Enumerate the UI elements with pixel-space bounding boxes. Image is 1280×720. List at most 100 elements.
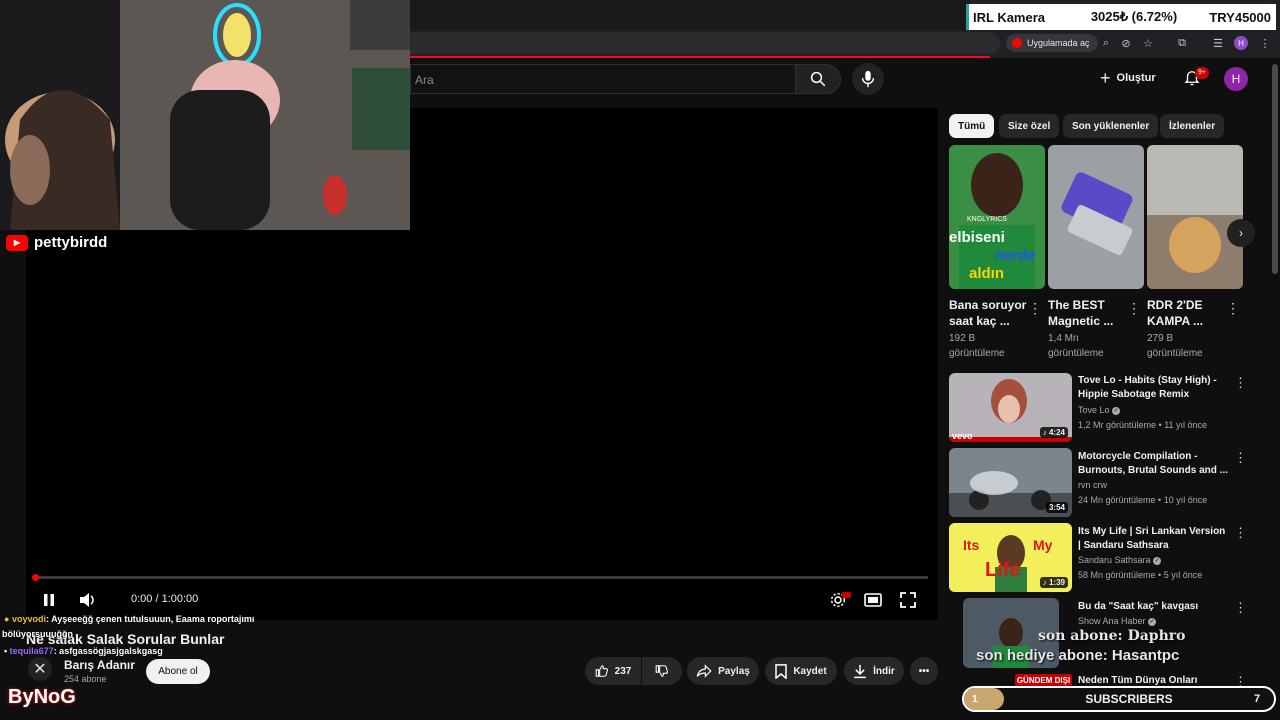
- video-progress-knob[interactable]: [32, 574, 39, 581]
- eye-off-icon[interactable]: ⊘: [1118, 35, 1134, 51]
- short-title[interactable]: RDR 2'DE KAMPA ...: [1147, 297, 1225, 329]
- like-button[interactable]: 237: [585, 657, 641, 685]
- webcam-feed-image: [0, 0, 410, 230]
- short-thumbnail[interactable]: [1048, 145, 1144, 289]
- thumb-text: Life: [985, 559, 1021, 581]
- share-label: Paylaş: [718, 665, 750, 677]
- chip-watched[interactable]: İzlenenler: [1160, 114, 1225, 138]
- related-meta: 58 Mn görüntüleme • 5 yıl önce: [1078, 570, 1203, 580]
- browser-menu-icon[interactable]: ⋮: [1257, 35, 1273, 51]
- account-avatar[interactable]: H: [1224, 67, 1248, 91]
- related-channel[interactable]: Sandaru Sathsara ✓: [1078, 553, 1248, 568]
- short-caption-line: aldın: [969, 265, 1005, 282]
- channel-avatar[interactable]: ✕: [28, 657, 52, 681]
- extensions-icon[interactable]: ⧉: [1174, 35, 1190, 51]
- short-menu-icon[interactable]: ⋮: [1226, 300, 1240, 317]
- channel-name[interactable]: Barış Adanır: [64, 658, 135, 672]
- page-scrollbar[interactable]: [1272, 64, 1278, 274]
- fullscreen-icon: [900, 592, 916, 608]
- related-thumbnail[interactable]: vevo ♪ 4:24: [949, 373, 1072, 442]
- verified-icon: ✓: [1112, 406, 1121, 415]
- search-input[interactable]: Ara: [410, 64, 796, 94]
- create-button[interactable]: + Oluştur: [1100, 64, 1170, 92]
- volume-icon: [80, 593, 94, 607]
- volume-button[interactable]: [76, 588, 100, 612]
- short-thumbnail[interactable]: [1147, 145, 1243, 289]
- vevo-logo: vevo: [952, 431, 973, 441]
- related-thumbnail[interactable]: 3:54: [949, 448, 1072, 517]
- pause-icon: [44, 594, 54, 606]
- video-time: 0:00 / 1:00:00: [131, 593, 199, 605]
- reading-list-icon[interactable]: ☰: [1210, 35, 1226, 51]
- related-title[interactable]: Motorcycle Compilation - Burnouts, Bruta…: [1078, 450, 1228, 478]
- related-channel[interactable]: rvn crw: [1078, 478, 1248, 493]
- dislike-button[interactable]: [642, 657, 682, 685]
- download-label: İndir: [873, 665, 895, 677]
- duration-text: 1:39: [1048, 578, 1065, 587]
- short-title[interactable]: Bana soruyor saat kaç ...: [949, 297, 1027, 329]
- related-title[interactable]: Bu da "Saat kaç" kavgası: [1078, 600, 1228, 614]
- bookmark-icon: [775, 663, 788, 679]
- thumb-text: Its: [963, 537, 980, 553]
- short-views: 1,4 Mn görüntüleme: [1048, 331, 1128, 361]
- related-menu-icon[interactable]: ⋮: [1234, 450, 1247, 466]
- open-in-app-button[interactable]: Uygulamada aç: [1006, 34, 1098, 52]
- related-channel[interactable]: Tove Lo ✓: [1078, 403, 1248, 418]
- search-icon: [810, 71, 826, 87]
- bookmark-star-icon[interactable]: ☆: [1140, 35, 1156, 51]
- chat-user: tequila677: [9, 646, 54, 656]
- chat-text: : asfgassögjasjgalskgasg: [53, 646, 163, 656]
- related-channel-name: Show Ana Haber: [1078, 616, 1146, 626]
- pause-button[interactable]: [37, 588, 61, 612]
- short-view-count: 1,4 Mn: [1048, 333, 1079, 344]
- theater-mode-button[interactable]: [861, 588, 885, 612]
- thumb-text: My: [1033, 537, 1053, 553]
- short-thumbnail-image: [1048, 145, 1144, 289]
- fullscreen-button[interactable]: [896, 588, 920, 612]
- chip-all[interactable]: Tümü: [949, 114, 995, 138]
- save-button[interactable]: Kaydet: [765, 657, 837, 685]
- address-bar[interactable]: [410, 32, 1000, 54]
- short-menu-icon[interactable]: ⋮: [1028, 300, 1042, 317]
- youtube-logo-icon: ▶: [6, 234, 28, 251]
- short-title[interactable]: The BEST Magnetic ...: [1048, 297, 1126, 329]
- price-ticker: IRL Kamera 3025₺ (6.72%) TRY45000: [966, 4, 1276, 30]
- microphone-icon: [861, 70, 875, 88]
- search-button[interactable]: [795, 64, 841, 94]
- related-channel[interactable]: Show Ana Haber ✓: [1078, 614, 1248, 629]
- short-view-count: 192 B: [949, 333, 976, 344]
- related-title[interactable]: Its My Life | Sri Lankan Version | Sanda…: [1078, 525, 1228, 553]
- streamer-label: ▶ pettybirdd: [6, 234, 107, 251]
- short-menu-icon[interactable]: ⋮: [1127, 300, 1141, 317]
- video-progress-bar[interactable]: [34, 576, 928, 579]
- zoom-icon[interactable]: ⌕: [1098, 35, 1114, 51]
- voice-search-button[interactable]: [852, 63, 884, 95]
- chip-recently-uploaded[interactable]: Son yüklenenler: [1063, 114, 1159, 138]
- notification-badge: 9+: [1195, 67, 1209, 79]
- overlay-last-subscriber: son abone: Daphro: [1038, 628, 1186, 644]
- related-thumbnail[interactable]: Its My Life ♪ 1:39: [949, 523, 1072, 592]
- shorts-next-button[interactable]: ›: [1227, 219, 1255, 247]
- chip-for-you[interactable]: Size özel: [999, 114, 1060, 138]
- short-views: 192 B görüntüleme: [949, 331, 1029, 361]
- subscriber-goal-target: 7: [1254, 693, 1261, 705]
- share-button[interactable]: Paylaş: [687, 657, 759, 685]
- related-menu-icon[interactable]: ⋮: [1234, 525, 1247, 541]
- video-duration: ♪ 1:39: [1039, 577, 1068, 588]
- short-thumbnail[interactable]: KNGLYRICS elbiseni nerde aldın: [949, 145, 1045, 289]
- webcam-overlay: [0, 0, 410, 230]
- subscribe-button[interactable]: Abone ol: [146, 659, 210, 684]
- browser-tabstrip: [410, 0, 970, 30]
- more-actions-button[interactable]: •••: [910, 657, 938, 685]
- short-watermark: KNGLYRICS: [967, 216, 1007, 223]
- browser-profile-button[interactable]: H: [1233, 35, 1249, 51]
- related-menu-icon[interactable]: ⋮: [1234, 375, 1247, 391]
- related-title[interactable]: Tove Lo - Habits (Stay High) - Hippie Sa…: [1078, 374, 1228, 402]
- more-horizontal-icon: •••: [918, 665, 930, 677]
- download-button[interactable]: İndir: [844, 657, 904, 685]
- related-menu-icon[interactable]: ⋮: [1234, 600, 1247, 616]
- duration-text: 4:24: [1048, 428, 1065, 437]
- ticker-name: IRL Kamera: [973, 9, 1046, 25]
- ticker-currency: TRY45000: [1209, 9, 1271, 25]
- short-view-label: görüntüleme: [949, 348, 1005, 359]
